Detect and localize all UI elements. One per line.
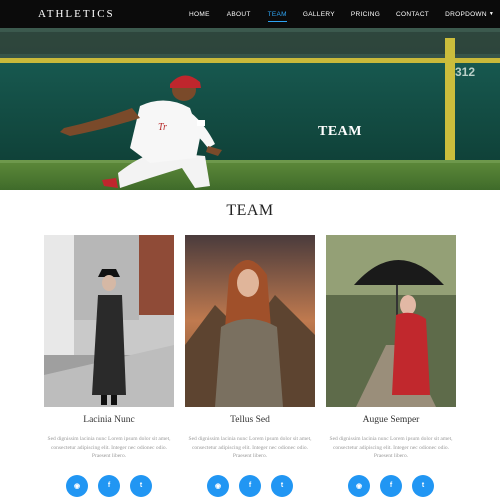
nav-home[interactable]: HOME xyxy=(189,0,210,28)
nav-about[interactable]: ABOUT xyxy=(227,0,251,28)
social-links: ◉ f t xyxy=(185,474,315,497)
twitter-icon[interactable]: t xyxy=(412,474,434,497)
team-card: Tellus Sed Sed dignissim lacinia nunc Lo… xyxy=(185,235,315,497)
member-name: Augue Semper xyxy=(362,415,420,425)
facebook-icon[interactable]: f xyxy=(98,474,120,497)
svg-text:Tr: Tr xyxy=(158,122,167,133)
member-description: Sed dignissim lacinia nunc Lorem ipsum d… xyxy=(47,436,171,459)
nav-contact[interactable]: CONTACT xyxy=(396,0,429,28)
team-card: Lacinia Nunc Sed dignissim lacinia nunc … xyxy=(44,235,174,497)
rss-icon[interactable]: ◉ xyxy=(66,474,88,497)
baseball-player-image: 312 Tr xyxy=(0,28,500,190)
member-photo xyxy=(185,235,315,407)
svg-text:312: 312 xyxy=(455,65,475,79)
member-description: Sed dignissim lacinia nunc Lorem ipsum d… xyxy=(329,436,453,459)
social-links: ◉ f t xyxy=(44,474,174,497)
top-navbar: ATHLETICS HOME ABOUT TEAM GALLERY PRICIN… xyxy=(0,0,500,28)
nav-dropdown[interactable]: DROPDOWN ▼ xyxy=(445,0,494,28)
nav-pricing[interactable]: PRICING xyxy=(351,0,380,28)
caret-down-icon: ▼ xyxy=(488,11,495,17)
brand-logo[interactable]: ATHLETICS xyxy=(38,8,115,20)
nav-dropdown-label: DROPDOWN xyxy=(445,10,487,18)
twitter-icon[interactable]: t xyxy=(271,474,293,497)
nav-gallery[interactable]: GALLERY xyxy=(303,0,335,28)
facebook-icon[interactable]: f xyxy=(380,474,402,497)
rss-icon[interactable]: ◉ xyxy=(348,474,370,497)
twitter-icon[interactable]: t xyxy=(130,474,152,497)
banner-title: TEAM xyxy=(318,124,362,139)
member-photo xyxy=(44,235,174,407)
team-card: Augue Semper Sed dignissim lacinia nunc … xyxy=(326,235,456,497)
facebook-icon[interactable]: f xyxy=(239,474,261,497)
member-name: Tellus Sed xyxy=(230,415,270,425)
social-links: ◉ f t xyxy=(326,474,456,497)
hero-banner: 312 Tr TEAM xyxy=(0,28,500,190)
nav-team[interactable]: TEAM xyxy=(267,0,288,28)
section-title: TEAM xyxy=(226,202,274,219)
main-nav: HOME ABOUT TEAM GALLERY PRICING CONTACT … xyxy=(180,0,494,28)
member-name: Lacinia Nunc xyxy=(83,415,135,425)
member-photo xyxy=(326,235,456,407)
member-description: Sed dignissim lacinia nunc Lorem ipsum d… xyxy=(188,436,312,459)
rss-icon[interactable]: ◉ xyxy=(207,474,229,497)
